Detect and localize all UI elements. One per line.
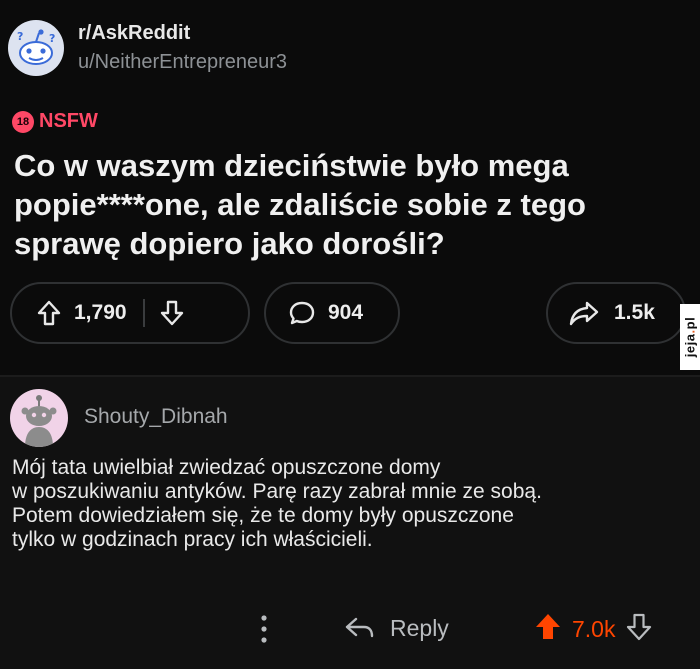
svg-text:?: ?	[49, 32, 55, 45]
comment-votes: 7.0k	[534, 612, 653, 647]
nsfw-label: NSFW	[39, 110, 98, 132]
vote-pill: 1,790	[10, 282, 250, 344]
watermark-text: jeja.pl	[683, 317, 698, 357]
post-title[interactable]: Co w waszym dzieciństwie było mega popie…	[14, 146, 684, 263]
comment-line: tylko w godzinach pracy ich właścicieli.	[12, 528, 373, 551]
jeja-watermark: jeja.pl	[680, 304, 700, 370]
comment-author[interactable]: Shouty_Dibnah	[84, 405, 228, 429]
comments-button[interactable]: 904	[264, 282, 400, 344]
section-divider	[0, 375, 700, 377]
post-vote-count: 1,790	[74, 301, 127, 324]
share-count: 1.5k	[614, 301, 655, 324]
comment-line: w poszukiwaniu antyków. Parę razy zabrał…	[12, 480, 542, 503]
subreddit-name[interactable]: r/AskReddit	[78, 22, 190, 45]
comment-line: Potem dowiedziałem się, że te domy były …	[12, 504, 514, 527]
downvote-button[interactable]	[159, 299, 185, 327]
arrow-down-outline-icon	[160, 300, 183, 326]
reply-arrow-icon	[345, 617, 374, 638]
share-arrow-icon	[569, 301, 599, 326]
watermark-name: jeja	[682, 333, 698, 358]
reply-label: Reply	[390, 614, 449, 641]
reply-button[interactable]: Reply	[344, 614, 449, 642]
nsfw-18-icon: 18	[12, 110, 34, 133]
arrow-up-outline-icon	[37, 300, 61, 326]
comment-count: 904	[328, 301, 364, 324]
arrow-down-outline-icon	[627, 613, 652, 641]
upvote-button[interactable]	[36, 299, 62, 327]
comment-body: Mój tata uwielbiał zwiedzać opuszczone d…	[12, 456, 692, 552]
comment-downvote-button[interactable]	[625, 612, 653, 647]
share-icon-wrap	[568, 299, 600, 327]
subreddit-avatar[interactable]: ? ?	[8, 20, 64, 76]
svg-text:?: ?	[17, 30, 23, 43]
comment-score: 7.0k	[572, 616, 616, 642]
reddit-snoo-icon: ? ?	[17, 29, 55, 65]
watermark-dot: .	[682, 329, 698, 334]
nsfw-tag: 18 NSFW	[12, 110, 98, 133]
comment-upvote-button[interactable]	[534, 612, 562, 647]
arrow-up-filled-icon	[536, 614, 560, 639]
post-card: ? ? r/AskReddit u/NeitherEntrepreneur3 1…	[0, 0, 700, 375]
comment-line: Mój tata uwielbiał zwiedzać opuszczone d…	[12, 456, 441, 479]
snoo-avatar-icon	[21, 395, 57, 447]
comment-avatar[interactable]	[10, 389, 68, 447]
vote-separator	[142, 299, 145, 327]
watermark-tld: pl	[682, 316, 698, 330]
more-options-button[interactable]	[254, 612, 274, 646]
share-button[interactable]: 1.5k	[546, 282, 686, 344]
post-author[interactable]: u/NeitherEntrepreneur3	[78, 51, 287, 74]
comments-icon-wrap	[288, 299, 316, 327]
vertical-ellipsis-icon	[261, 615, 267, 643]
speech-bubble-icon	[289, 301, 315, 325]
